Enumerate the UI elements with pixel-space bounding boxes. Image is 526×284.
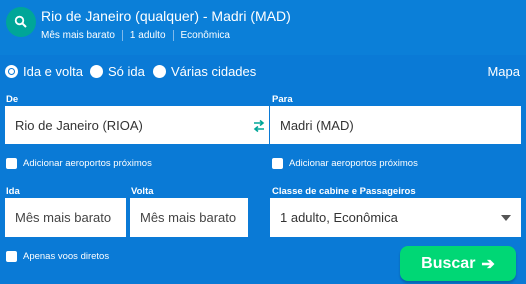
origin-value: Rio de Janeiro (RIOA) <box>15 117 143 133</box>
route-title: Rio de Janeiro (qualquer) - Madri (MAD) <box>41 8 291 24</box>
destination-label: Para <box>272 94 293 105</box>
trip-type-group: Ida e volta Só ida Várias cidades <box>5 64 521 82</box>
return-placeholder: Mês mais barato <box>140 210 237 225</box>
search-button[interactable]: Buscar ➔ <box>400 246 516 281</box>
cabin-label: Classe de cabine e Passageiros <box>272 186 416 197</box>
radio-multi-city[interactable]: Várias cidades <box>153 64 256 79</box>
radio-selected-indicator <box>5 65 18 78</box>
swap-icon[interactable] <box>251 118 267 134</box>
summary-cabin: Econômica <box>180 30 230 41</box>
radio-indicator <box>90 65 103 78</box>
search-button-label: Buscar <box>421 254 476 272</box>
radio-round-trip[interactable]: Ida e volta <box>5 64 83 79</box>
destination-input[interactable]: Madri (MAD) <box>270 106 521 144</box>
checkbox-label: Adicionar aeroportos próximos <box>289 158 418 169</box>
origin-label: De <box>6 94 19 105</box>
divider <box>121 30 123 41</box>
chevron-down-icon <box>501 215 511 221</box>
radio-indicator <box>153 65 166 78</box>
map-link[interactable]: Mapa <box>487 64 520 79</box>
search-summary: Mês mais barato 1 adulto Econômica <box>41 30 230 41</box>
arrow-right-icon: ➔ <box>481 255 495 273</box>
origin-nearby-checkbox[interactable]: Adicionar aeroportos próximos <box>6 158 152 169</box>
origin-input[interactable]: Rio de Janeiro (RIOA) <box>5 106 269 144</box>
search-summary-bar[interactable]: Rio de Janeiro (qualquer) - Madri (MAD) … <box>0 0 526 55</box>
radio-label: Várias cidades <box>171 64 257 79</box>
checkbox-box <box>6 158 17 169</box>
checkbox-box <box>272 158 283 169</box>
return-date-field[interactable]: Mês mais barato <box>130 198 248 237</box>
checkbox-label: Apenas voos diretos <box>23 251 110 262</box>
cabin-passengers-select[interactable]: 1 adulto, Econômica <box>270 198 521 237</box>
radio-label: Só ida <box>108 64 145 79</box>
destination-value: Madri (MAD) <box>280 117 354 133</box>
divider <box>172 30 174 41</box>
summary-passengers: 1 adulto <box>129 30 166 41</box>
radio-one-way[interactable]: Só ida <box>90 64 145 79</box>
checkbox-box <box>6 251 17 262</box>
summary-date: Mês mais barato <box>41 30 115 41</box>
depart-label: Ida <box>6 186 20 197</box>
direct-only-checkbox[interactable]: Apenas voos diretos <box>6 251 109 262</box>
cabin-value: 1 adulto, Econômica <box>280 210 398 225</box>
search-icon[interactable] <box>6 7 36 37</box>
destination-nearby-checkbox[interactable]: Adicionar aeroportos próximos <box>272 158 418 169</box>
radio-label: Ida e volta <box>23 64 83 79</box>
checkbox-label: Adicionar aeroportos próximos <box>23 158 152 169</box>
depart-placeholder: Mês mais barato <box>15 210 112 225</box>
depart-date-field[interactable]: Mês mais barato <box>5 198 126 237</box>
return-label: Volta <box>131 186 154 197</box>
